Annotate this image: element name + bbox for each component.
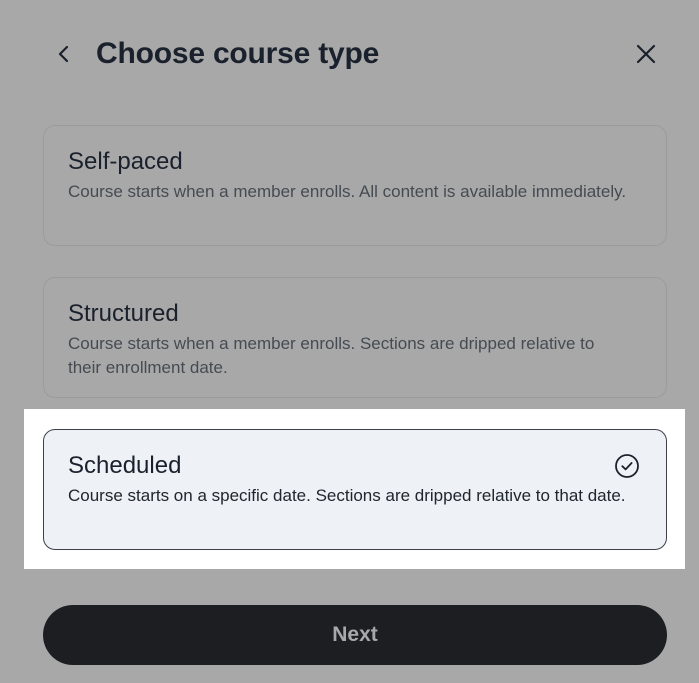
modal-header: Choose course type: [0, 0, 699, 110]
page-title: Choose course type: [96, 37, 380, 70]
option-title: Scheduled: [68, 452, 182, 479]
option-description: Course starts when a member enrolls. All…: [68, 182, 627, 201]
option-self-paced[interactable]: Self-paced Course starts when a member e…: [43, 125, 667, 246]
close-icon: [636, 44, 656, 64]
next-button[interactable]: Next: [43, 605, 667, 665]
option-title: Structured: [68, 300, 179, 327]
option-title: Self-paced: [68, 148, 183, 175]
option-structured[interactable]: Structured Course starts when a member e…: [43, 277, 667, 398]
close-button[interactable]: [630, 38, 662, 70]
chevron-left-icon: [58, 45, 69, 63]
option-description: Course starts when a member enrolls. Sec…: [68, 334, 595, 377]
option-scheduled[interactable]: Scheduled Course starts on a specific da…: [43, 429, 667, 550]
back-button[interactable]: [48, 38, 80, 70]
check-circle-icon: [615, 454, 639, 478]
option-description: Course starts on a specific date. Sectio…: [68, 486, 626, 505]
